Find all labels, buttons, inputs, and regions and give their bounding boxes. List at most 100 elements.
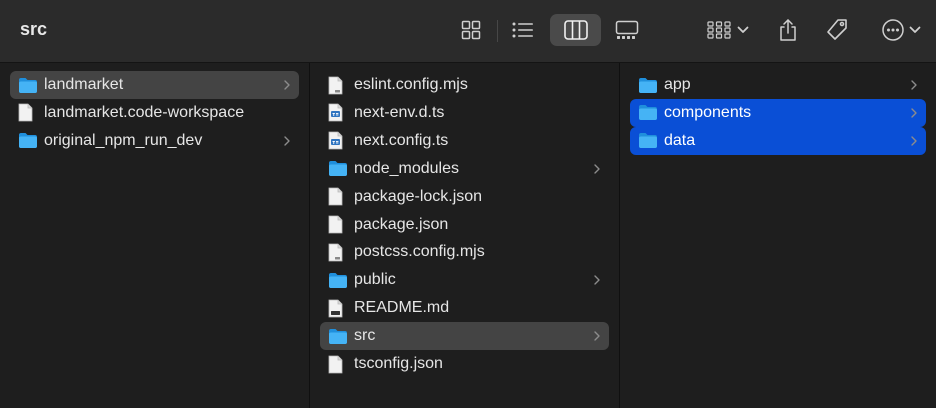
file-item[interactable]: landmarket.code-workspace (10, 99, 299, 127)
share-button[interactable] (772, 14, 804, 46)
item-label: tsconfig.json (354, 355, 443, 372)
chevron-right-icon (911, 80, 917, 90)
chevron-down-icon (909, 26, 921, 33)
toolbar-separator (497, 20, 498, 42)
tag-button[interactable] (821, 14, 853, 46)
item-label: package-lock.json (354, 187, 483, 205)
javascript-file-icon (328, 243, 343, 262)
column-2[interactable]: eslint.config.mjs next-env.d.ts next.confi… (310, 63, 620, 408)
file-item[interactable]: eslint.config.mjs (320, 71, 609, 99)
window-title: src (20, 19, 48, 39)
chevron-right-icon (594, 275, 600, 285)
group-by-icon (707, 21, 731, 39)
file-item[interactable]: package.json (320, 211, 609, 239)
item-label: landmarket (44, 76, 124, 93)
item-label: next-env.d.ts (354, 103, 445, 121)
item-label: node_modules (354, 159, 459, 177)
file-item[interactable]: next.config.ts (320, 127, 609, 155)
file-item[interactable]: postcss.config.mjs (320, 238, 609, 266)
item-icon (328, 270, 354, 290)
folder-icon (329, 328, 347, 344)
folder-item[interactable]: src (320, 322, 609, 351)
item-icon (328, 326, 354, 346)
item-label: eslint.config.mjs (354, 76, 468, 93)
folder-item[interactable]: original_npm_run_dev (10, 127, 299, 155)
item-icon (638, 131, 664, 151)
grid-view-button[interactable] (455, 14, 487, 46)
folder-icon (329, 272, 347, 288)
item-label: postcss.config.mjs (354, 243, 485, 261)
more-button[interactable] (876, 14, 926, 46)
item-label: next.config.ts (354, 131, 449, 149)
file-item[interactable]: next-env.d.ts (320, 99, 609, 127)
folder-item[interactable]: components (630, 98, 926, 127)
document-icon (18, 103, 33, 122)
chevron-right-icon (911, 136, 917, 146)
item-icon (328, 103, 354, 123)
item-label: data (664, 131, 696, 149)
file-item[interactable]: tsconfig.json (320, 350, 609, 378)
item-label: landmarket.code-workspace (44, 103, 245, 121)
chevron-right-icon (284, 136, 290, 146)
folder-item[interactable]: data (630, 126, 926, 155)
item-label: components (664, 103, 752, 121)
folder-icon (639, 77, 657, 93)
file-item[interactable]: package-lock.json (320, 183, 609, 211)
folder-icon (329, 161, 347, 177)
item-label: public (354, 271, 396, 289)
item-icon (328, 187, 354, 207)
grid-view-icon (461, 20, 481, 40)
item-icon (328, 215, 354, 235)
item-icon (638, 103, 664, 123)
item-icon (18, 103, 44, 123)
folder-item[interactable]: node_modules (320, 155, 609, 183)
column-3[interactable]: app components data (620, 63, 936, 408)
item-label: README.md (354, 299, 450, 317)
document-icon (328, 215, 343, 234)
item-icon (18, 131, 44, 151)
item-label: app (664, 76, 691, 93)
column-1[interactable]: landmarket landmarket.code-workspace origi… (0, 63, 310, 408)
folder-item[interactable]: landmarket (10, 71, 299, 99)
folder-item[interactable]: app (630, 71, 926, 99)
item-icon (328, 159, 354, 179)
chevron-right-icon (594, 331, 600, 341)
share-icon (780, 19, 796, 41)
column-browser: landmarket landmarket.code-workspace origi… (0, 63, 936, 408)
folder-icon (19, 77, 37, 93)
more-icon (882, 19, 904, 41)
item-icon (328, 354, 354, 374)
item-label: src (354, 327, 376, 345)
gallery-view-icon (615, 20, 639, 39)
item-icon (328, 75, 354, 95)
document-icon (328, 187, 343, 206)
folder-icon (19, 133, 37, 149)
group-by-button[interactable] (703, 14, 753, 46)
item-icon (638, 75, 664, 95)
chevron-right-icon (911, 108, 917, 118)
typescript-file-icon (328, 131, 343, 150)
list-view-button[interactable] (505, 14, 541, 46)
item-label: original_npm_run_dev (44, 131, 203, 149)
folder-icon (639, 133, 657, 149)
toolbar: src (0, 0, 936, 63)
chevron-right-icon (284, 80, 290, 90)
folder-item[interactable]: public (320, 266, 609, 294)
typescript-file-icon (328, 103, 343, 122)
chevron-down-icon (737, 26, 749, 33)
item-icon (18, 75, 44, 95)
item-icon (328, 131, 354, 151)
gallery-view-button[interactable] (609, 14, 645, 46)
item-icon (328, 242, 354, 262)
chevron-right-icon (594, 163, 600, 174)
item-icon (328, 298, 354, 318)
javascript-file-icon (328, 76, 343, 94)
folder-icon (639, 105, 657, 121)
item-label: package.json (354, 215, 449, 233)
document-icon (328, 355, 343, 373)
column-view-icon (563, 20, 588, 40)
file-item[interactable]: README.md (320, 294, 609, 322)
tag-icon (827, 19, 847, 40)
list-view-icon (512, 22, 533, 38)
column-view-button[interactable] (550, 14, 601, 46)
